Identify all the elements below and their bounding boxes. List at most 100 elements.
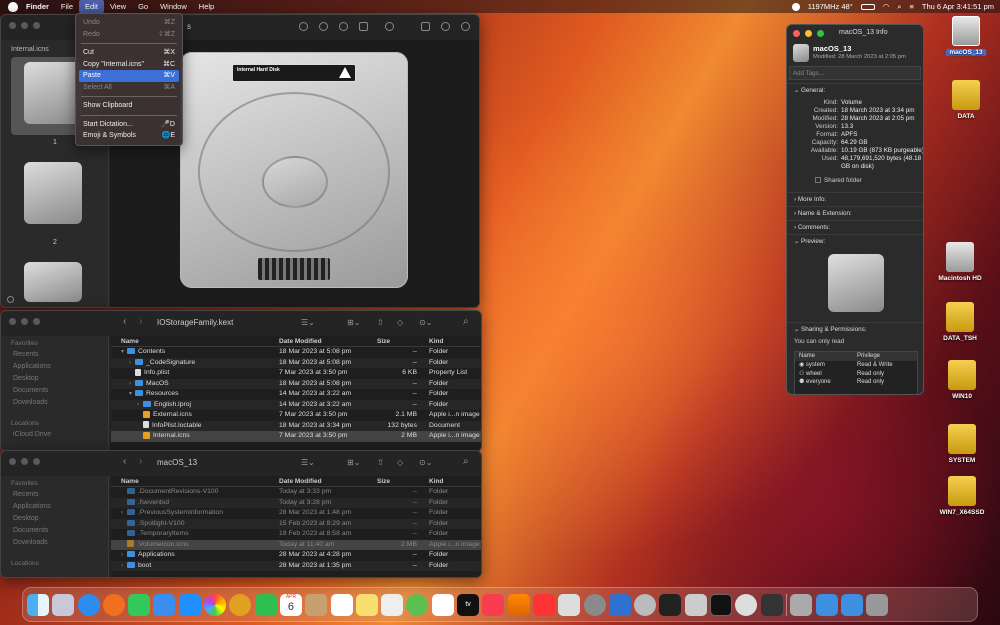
downloads-folder-icon[interactable] — [840, 593, 863, 616]
thumbnail-2[interactable] — [24, 162, 82, 224]
list-view-icon[interactable]: ☰⌄ — [301, 318, 315, 327]
clock[interactable]: Thu 6 Apr 3:41:51 pm — [922, 0, 994, 13]
sidebar-item-downloads[interactable]: Downloads — [1, 536, 108, 548]
share-icon[interactable]: ⇧ — [377, 458, 384, 467]
column-name[interactable]: Name — [111, 336, 279, 346]
sidebar-item-downloads[interactable]: Downloads — [1, 396, 108, 408]
forward-icon[interactable]: › — [139, 316, 142, 327]
disk-image-icon[interactable] — [790, 593, 813, 616]
search-icon[interactable]: ⌕ — [463, 316, 469, 327]
menu-item-show-clipboard[interactable]: Show Clipboard — [76, 100, 182, 112]
table-row[interactable]: ▾ Contents 18 Mar 2023 at 5:08 pm -- Folder — [111, 347, 481, 358]
pen-icon[interactable] — [406, 593, 429, 616]
search-icon[interactable]: ⌕ — [897, 0, 901, 13]
annotate-icon[interactable] — [441, 22, 450, 31]
calendar-icon[interactable]: APR 6 — [279, 593, 302, 616]
sidebar-toggle-icon[interactable] — [7, 296, 14, 303]
apple-icon[interactable] — [8, 1, 18, 12]
messages-icon[interactable] — [128, 593, 151, 616]
table-row[interactable]: .Spotlight-V100 15 Feb 2023 at 8:29 am -- F… — [111, 518, 481, 529]
column-size[interactable]: Size — [373, 336, 423, 346]
list-view-icon[interactable]: ☰⌄ — [301, 458, 315, 467]
wifi-icon[interactable]: ◠ — [883, 0, 890, 13]
desktop-icon-data[interactable]: DATA — [936, 80, 996, 120]
section-name-extension[interactable]: › Name & Extension: — [787, 206, 923, 220]
perm-row[interactable]: ◉ system Read & Write — [795, 361, 917, 370]
music-icon[interactable] — [482, 593, 505, 616]
facetime-icon[interactable] — [254, 593, 277, 616]
finder-icon[interactable] — [27, 593, 49, 616]
font-book-icon[interactable] — [558, 593, 581, 616]
desktop-icon-macintosh-hd[interactable]: Macintosh HD — [930, 242, 990, 282]
section-comments[interactable]: › Comments: — [787, 220, 923, 234]
menu-view[interactable]: View — [104, 0, 132, 13]
desktop-icon-win7[interactable]: WIN7_X64SSD — [932, 476, 992, 516]
perm-row[interactable]: ⚉ everyone Read only — [795, 378, 917, 387]
sidebar-item-recents[interactable]: Recents — [1, 488, 108, 500]
desktop-icon-macos13[interactable]: macOS_13 — [936, 16, 996, 56]
perm-row[interactable]: ⚇ wheel Read only — [795, 370, 917, 379]
shared-folder-checkbox[interactable]: Shared folder — [787, 171, 923, 190]
cpu-status[interactable]: 1197MHz 48° — [808, 0, 853, 13]
more-icon[interactable]: ⊙⌄ — [419, 458, 432, 467]
table-row[interactable]: › boot 28 Mar 2023 at 1:35 pm -- Folder — [111, 560, 481, 571]
xcode-icon[interactable] — [608, 593, 631, 616]
section-sharing[interactable]: ⌄ Sharing & Permissions: — [787, 322, 923, 336]
mail-icon[interactable] — [153, 593, 176, 616]
menu-item-select-all[interactable]: Select All ⌘A — [76, 82, 182, 94]
control-center-icon[interactable]: ≡ — [909, 0, 913, 13]
table-row[interactable]: ▾ Resources 14 Mar 2023 at 3:22 am -- Folder — [111, 389, 481, 400]
forward-icon[interactable]: › — [139, 456, 142, 467]
menu-item-cut[interactable]: Cut ⌘X — [76, 47, 182, 59]
search-icon[interactable] — [461, 22, 470, 31]
rotate-icon[interactable] — [421, 22, 430, 31]
firefox-icon[interactable] — [102, 593, 125, 616]
menu-finder[interactable]: Finder — [20, 0, 55, 13]
tag-icon[interactable]: ◇ — [397, 318, 403, 327]
preview-app-icon[interactable] — [684, 593, 707, 616]
activity-monitor-icon[interactable] — [760, 593, 783, 616]
reminders-icon[interactable] — [330, 593, 353, 616]
desktop-icon-data-tsh[interactable]: DATA_TSH — [930, 302, 990, 342]
window-controls[interactable] — [9, 458, 40, 465]
share-icon[interactable] — [359, 22, 368, 31]
launchpad-icon[interactable] — [52, 593, 75, 616]
table-row[interactable]: InfoPlist.loctable 18 Mar 2023 at 3:34 pm… — [111, 420, 481, 431]
markup-icon[interactable] — [385, 22, 394, 31]
info-icon[interactable] — [299, 22, 308, 31]
table-row[interactable]: › _CodeSignature 18 Mar 2023 at 5:08 pm -- F… — [111, 357, 481, 368]
sidebar-item-desktop[interactable]: Desktop — [1, 512, 108, 524]
vlc-icon[interactable] — [507, 593, 530, 616]
table-row[interactable]: › English.lproj 14 Mar 2023 at 3:22 am -- Fo… — [111, 399, 481, 410]
column-kind[interactable]: Kind — [423, 476, 481, 486]
tags-input[interactable]: Add Tags... — [789, 66, 921, 80]
grid-view-icon[interactable]: ⊞⌄ — [347, 458, 360, 467]
menu-item-emoji[interactable]: Emoji & Symbols 🌐E — [76, 130, 182, 142]
table-row[interactable]: Info.plist 7 Mar 2023 at 3:50 pm 6 KB Prope… — [111, 368, 481, 379]
column-name[interactable]: Name — [111, 476, 279, 486]
column-size[interactable]: Size — [373, 476, 423, 486]
disk-utility-icon[interactable] — [634, 593, 657, 616]
sidebar-item-recents[interactable]: Recents — [1, 348, 108, 360]
instruments-icon[interactable] — [659, 593, 682, 616]
status-circle-icon[interactable] — [791, 2, 800, 11]
column-date[interactable]: Date Modified — [279, 336, 373, 346]
system-settings-icon[interactable] — [583, 593, 606, 616]
viewer-icon[interactable] — [229, 593, 252, 616]
safari-icon[interactable] — [77, 593, 100, 616]
menu-file[interactable]: File — [55, 0, 79, 13]
menu-item-start-dictation[interactable]: Start Dictation... 🎤D — [76, 119, 182, 131]
table-row[interactable]: .TemporaryItems 19 Feb 2023 at 8:58 am -- F… — [111, 529, 481, 540]
table-row[interactable]: .DocumentRevisions-V100 Today at 3:33 pm -… — [111, 487, 481, 498]
table-row[interactable]: › .PreviousSystemInformation 28 Mar 2023 a… — [111, 508, 481, 519]
menu-go[interactable]: Go — [132, 0, 154, 13]
table-row-selected[interactable]: .VolumeIcon.icns Today at 11:40 am 2 MB App… — [111, 539, 481, 550]
menu-item-redo[interactable]: Redo ⇧⌘Z — [76, 29, 182, 41]
grid-view-icon[interactable]: ⊞⌄ — [347, 318, 360, 327]
notes-icon[interactable] — [355, 593, 378, 616]
menu-help[interactable]: Help — [193, 0, 220, 13]
column-kind[interactable]: Kind — [423, 336, 481, 346]
textedit-icon[interactable] — [381, 593, 404, 616]
desktop-icon-win10[interactable]: WIN10 — [932, 360, 992, 400]
sidebar-item-icloud[interactable]: iCloud Drive — [1, 428, 108, 440]
